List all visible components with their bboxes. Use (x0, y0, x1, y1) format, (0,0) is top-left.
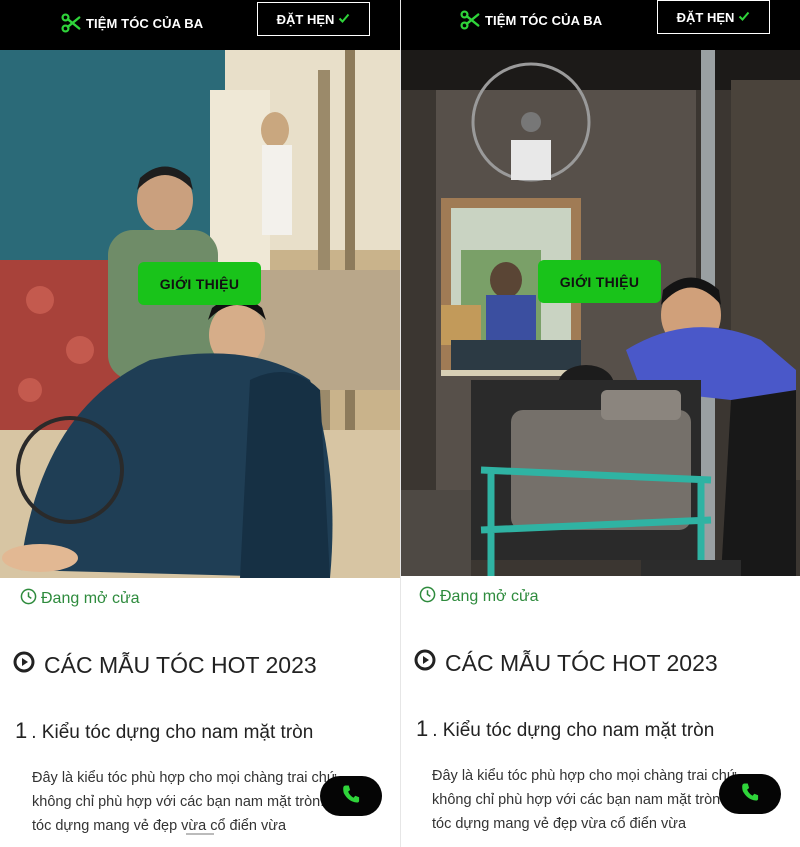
play-circle-icon (12, 650, 36, 680)
check-icon (738, 10, 750, 25)
brand-logo[interactable]: TIỆM TÓC CỦA BA (459, 9, 602, 31)
top-navbar: TIỆM TÓC CỦA BA ĐẶT HẸN (401, 0, 800, 50)
scissors-icon (60, 12, 82, 34)
hero-image-old-barber-photo (0, 50, 400, 578)
play-circle-icon (413, 648, 437, 678)
scissors-icon (459, 9, 481, 31)
brand-name: TIỆM TÓC CỦA BA (485, 12, 603, 28)
section-heading: CÁC MẪU TÓC HOT 2023 (12, 650, 317, 680)
open-status: Đang mở cửa (20, 588, 140, 610)
clock-icon (20, 588, 37, 610)
hero-image-barber-shop-photo (401, 50, 800, 576)
item-number: 1 (15, 718, 28, 743)
phone-screen-left: TIỆM TÓC CỦA BA ĐẶT HẸN GIỚI THIỆU Đang … (0, 0, 400, 847)
phone-screen-right: TIỆM TÓC CỦA BA ĐẶT HẸN GIỚI THIỆU Đang … (400, 0, 800, 847)
book-button-label: ĐẶT HẸN (676, 9, 735, 25)
top-navbar: TIỆM TÓC CỦA BA ĐẶT HẸN (0, 0, 400, 50)
item-title-text: . Kiểu tóc dựng cho nam mặt tròn (432, 720, 715, 741)
call-button[interactable] (320, 776, 382, 816)
section-heading-text: CÁC MẪU TÓC HOT 2023 (44, 651, 317, 678)
open-status-text: Đang mở cửa (41, 590, 140, 607)
open-status-text: Đang mở cửa (440, 588, 539, 605)
intro-button[interactable]: GIỚI THIỆU (138, 262, 261, 305)
section-heading-text: CÁC MẪU TÓC HOT 2023 (445, 649, 718, 676)
article-item-title: 1. Kiểu tóc dựng cho nam mặt tròn (416, 716, 714, 742)
brand-name: TIỆM TÓC CỦA BA (86, 15, 204, 31)
intro-button[interactable]: GIỚI THIỆU (538, 260, 661, 303)
book-button-label: ĐẶT HẸN (276, 11, 335, 27)
phone-icon (741, 782, 759, 807)
section-heading: CÁC MẪU TÓC HOT 2023 (413, 648, 718, 678)
phone-icon (342, 784, 360, 809)
item-title-text: . Kiểu tóc dựng cho nam mặt tròn (31, 722, 314, 743)
scroll-indicator (186, 833, 214, 835)
article-item-title: 1. Kiểu tóc dựng cho nam mặt tròn (15, 718, 313, 744)
book-appointment-button[interactable]: ĐẶT HẸN (257, 2, 370, 36)
clock-icon (419, 586, 436, 608)
item-number: 1 (416, 716, 429, 741)
check-icon (338, 12, 350, 27)
book-appointment-button[interactable]: ĐẶT HẸN (657, 0, 770, 34)
brand-logo[interactable]: TIỆM TÓC CỦA BA (60, 12, 203, 34)
call-button[interactable] (719, 774, 781, 814)
open-status: Đang mở cửa (419, 586, 539, 608)
